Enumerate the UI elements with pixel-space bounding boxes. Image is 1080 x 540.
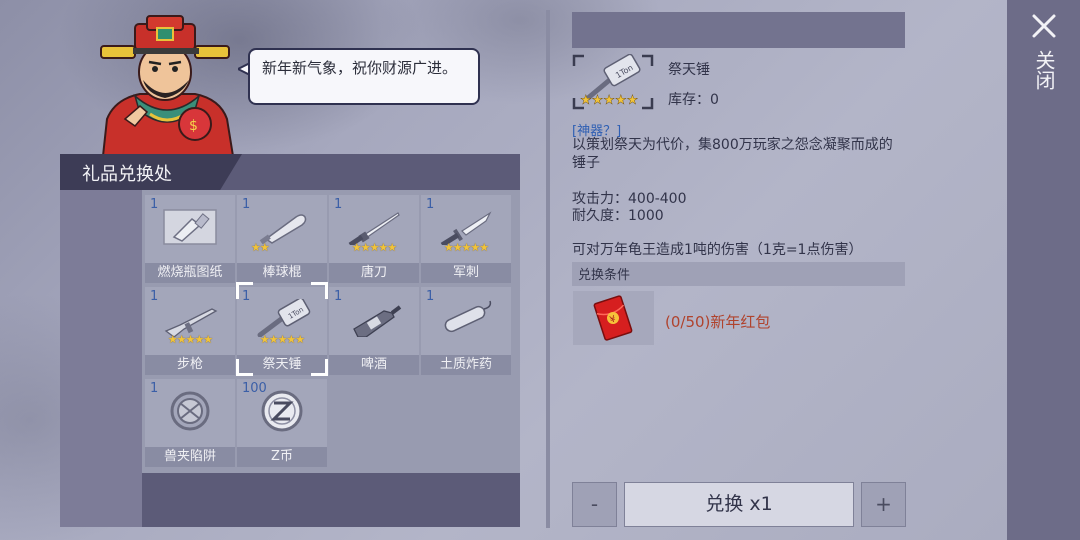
gift-item-bear-trap[interactable]: 1 兽夹陷阱 — [145, 379, 235, 467]
gift-item-katana[interactable]: 1 ★★★★★ 唐刀 — [329, 195, 419, 283]
selected-item-stock: 库存：0 — [668, 92, 719, 108]
svg-text:★★★★★: ★★★★★ — [580, 93, 638, 108]
item-label: 军刺 — [421, 263, 511, 283]
gift-item-rifle[interactable]: 1 ★★★★★ 步枪 — [145, 287, 235, 375]
item-count: 1 — [426, 197, 435, 212]
baseball-bat-icon — [259, 214, 307, 245]
npc-speech-bubble: 新年新气象，祝你财源广进。 — [248, 48, 480, 105]
item-count: 1 — [334, 289, 343, 304]
bear-trap-icon — [170, 391, 210, 431]
item-description: 以策划祭天为代价，集800万玩家之怨念凝聚而成的锤子 — [572, 137, 893, 171]
item-label: 棒球棍 — [237, 263, 327, 283]
svg-text:$: $ — [189, 118, 198, 134]
item-label: 步枪 — [145, 355, 235, 375]
rarity-stars: ★★★★★ — [351, 241, 397, 254]
item-count: 100 — [242, 381, 267, 396]
condition-title: 兑换条件 — [578, 268, 631, 283]
item-label: 祭天锤 — [237, 355, 327, 375]
rarity-stars: ★★★★★ — [259, 333, 305, 346]
item-label: 燃烧瓶图纸 — [145, 263, 235, 283]
close-label[interactable]: 关闭 — [1030, 50, 1056, 90]
beer-icon — [353, 305, 402, 337]
item-label: 土质炸药 — [421, 355, 511, 375]
katana-icon — [348, 212, 400, 245]
item-count: 1 — [150, 381, 159, 396]
item-label: 兽夹陷阱 — [145, 447, 235, 467]
selected-item-icon: 1Ton ★★★★★ — [572, 54, 654, 110]
rarity-stars: ★★★★★ — [167, 333, 213, 346]
selected-item-name: 祭天锤 — [668, 62, 710, 78]
gift-panel-title: 礼品兑换处 — [82, 164, 172, 185]
panel-divider — [546, 10, 550, 528]
gift-item-sky-hammer[interactable]: 1Ton 1 ★★★★★ 祭天锤 — [237, 287, 327, 375]
item-count: 1 — [150, 197, 159, 212]
red-envelope-slot: ¥ — [573, 291, 654, 345]
red-envelope-icon: ¥ — [593, 295, 633, 341]
gift-panel-footer — [142, 473, 520, 527]
gift-item-bayonet[interactable]: 1 ★★★★★ 军刺 — [421, 195, 511, 283]
rifle-icon — [164, 308, 218, 337]
gift-panel-sidebar — [60, 190, 142, 527]
exchange-requirement: (0/50)新年红包 — [665, 313, 771, 331]
gift-item-z-coin[interactable]: 100 Z币 — [237, 379, 327, 467]
bayonet-icon — [440, 211, 492, 245]
rarity-stars: ★★ — [251, 241, 270, 254]
item-label: Z币 — [237, 447, 327, 467]
item-label: 啤酒 — [329, 355, 419, 375]
blueprint-icon — [163, 209, 217, 245]
decrease-quantity-button[interactable]: - — [572, 482, 617, 527]
hammer-icon: 1Ton — [257, 299, 311, 337]
god-of-wealth-npc: $ — [100, 15, 235, 156]
durability-stat: 耐久度：1000 — [572, 208, 664, 224]
dynamite-icon — [444, 300, 492, 333]
npc-speech-text: 新年新气象，祝你财源广进。 — [262, 59, 458, 77]
item-label: 唐刀 — [329, 263, 419, 283]
item-count: 1 — [334, 197, 343, 212]
exchange-button[interactable]: 兑换 x1 — [624, 482, 854, 527]
item-count: 1 — [150, 289, 159, 304]
item-count: 1 — [242, 289, 251, 304]
item-count: 1 — [242, 197, 251, 212]
gift-item-baseball-bat[interactable]: 1 ★★ 棒球棍 — [237, 195, 327, 283]
gift-item-dynamite[interactable]: 1 土质炸药 — [421, 287, 511, 375]
gift-item-molotov-blueprint[interactable]: 1 燃烧瓶图纸 — [145, 195, 235, 283]
gift-item-beer[interactable]: 1 啤酒 — [329, 287, 419, 375]
item-effect: 可对万年龟王造成1吨的伤害（1克=1点伤害） — [572, 242, 863, 258]
item-count: 1 — [426, 289, 435, 304]
close-icon[interactable] — [1030, 12, 1058, 40]
increase-quantity-button[interactable]: + — [861, 482, 906, 527]
detail-header-bar — [572, 12, 905, 48]
rarity-stars: ★★★★★ — [443, 241, 489, 254]
